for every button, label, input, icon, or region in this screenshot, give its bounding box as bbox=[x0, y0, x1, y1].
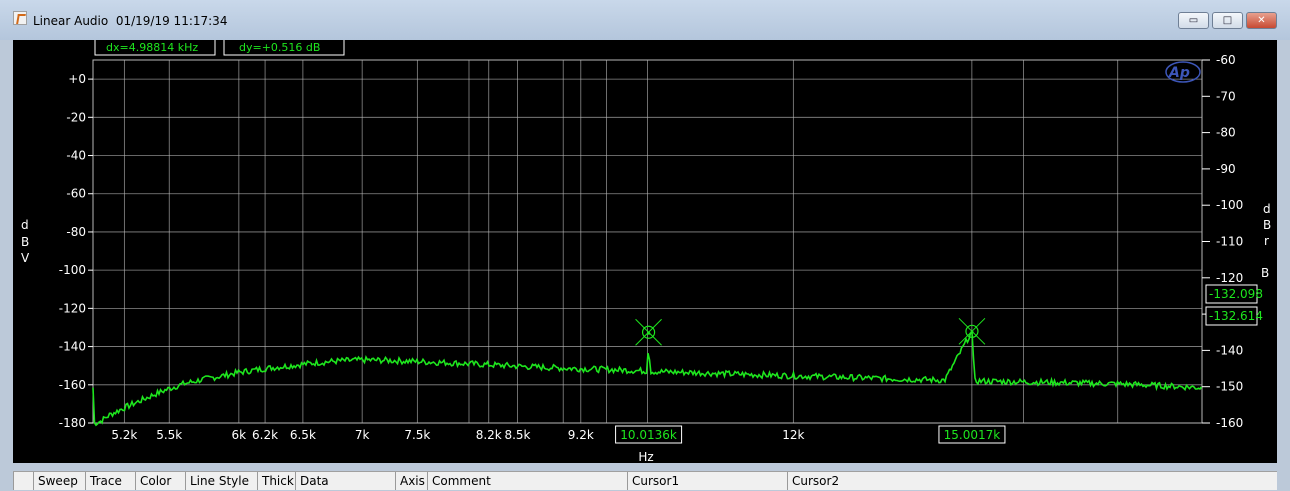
y-right-tick-label: -100 bbox=[1216, 198, 1243, 212]
y-right-tick-label: -120 bbox=[1216, 271, 1243, 285]
sweep-table-header: Sweep Trace Color Line Style Thick Data … bbox=[13, 471, 1277, 490]
spectrum-chart: +0 -20 -40 -60 -80 -100 -120 -140 -160 -180 -60 -7… bbox=[21, 37, 1271, 464]
x-tick-label: 7k bbox=[355, 428, 370, 442]
x-tick-label: 7.5k bbox=[404, 428, 430, 442]
y-left-tick-label: -80 bbox=[66, 225, 86, 239]
y-right-tick-label: -140 bbox=[1216, 343, 1243, 357]
maximize-button[interactable]: □ bbox=[1212, 12, 1243, 29]
y-right-tick-label: -90 bbox=[1216, 162, 1236, 176]
y-left-label-v: V bbox=[21, 251, 30, 265]
column-line-style[interactable]: Line Style bbox=[185, 472, 257, 490]
column-color[interactable]: Color bbox=[135, 472, 185, 490]
column-data[interactable]: Data bbox=[295, 472, 395, 490]
y-left-tick-label: -60 bbox=[66, 187, 86, 201]
column-cursor1[interactable]: Cursor1 bbox=[627, 472, 787, 490]
x-axis-label: Hz bbox=[638, 450, 653, 463]
y-left-tick-label: -40 bbox=[66, 149, 86, 163]
x-tick-label: 8.5k bbox=[504, 428, 530, 442]
x-tick-label: 6.5k bbox=[290, 428, 316, 442]
y-left-tick-label: +0 bbox=[68, 72, 86, 86]
column-comment[interactable]: Comment bbox=[427, 472, 627, 490]
column-thick[interactable]: Thick bbox=[257, 472, 295, 490]
window-title-bar: Linear Audio 01/19/19 11:17:34 ▭ □ ✕ bbox=[0, 0, 1290, 40]
y-right-tick-label: -150 bbox=[1216, 380, 1243, 394]
y-right-tick-label: -70 bbox=[1216, 89, 1236, 103]
cursor-x-readout: 10.0136k bbox=[620, 428, 677, 442]
y-left-tick-label: -180 bbox=[59, 416, 86, 430]
x-tick-label: 12k bbox=[782, 428, 804, 442]
column-axis[interactable]: Axis bbox=[395, 472, 427, 490]
y-left-tick-label: -160 bbox=[59, 378, 86, 392]
ap-logo-icon: Ap bbox=[1165, 61, 1201, 83]
y-right-label-d: d bbox=[1263, 202, 1271, 216]
app-logo-icon bbox=[13, 11, 27, 25]
y-left-tick-label: -140 bbox=[59, 340, 86, 354]
x-tick-label: 9.2k bbox=[568, 428, 594, 442]
x-tick-label: 8.2k bbox=[476, 428, 502, 442]
dx-readout: dx=4.98814 kHz bbox=[106, 41, 198, 54]
x-tick-label: 6k bbox=[232, 428, 247, 442]
graph-panel: +0 -20 -40 -60 -80 -100 -120 -140 -160 -180 -60 -7… bbox=[13, 37, 1277, 464]
cursor-y-readout: -132.098 bbox=[1209, 287, 1263, 301]
y-right-label-b: B bbox=[1263, 218, 1271, 232]
y-left-tick-label: -100 bbox=[59, 263, 86, 277]
y-right-tick-label: -110 bbox=[1216, 235, 1243, 249]
y-left-tick-label: -120 bbox=[59, 301, 86, 315]
window-title: Linear Audio 01/19/19 11:17:34 bbox=[33, 14, 228, 28]
dy-readout: dy=+0.516 dB bbox=[239, 41, 320, 54]
ap-logo-text: Ap bbox=[1168, 65, 1190, 81]
minimize-button[interactable]: ▭ bbox=[1178, 12, 1209, 29]
x-tick-label: 6.2k bbox=[252, 428, 278, 442]
column-blank bbox=[13, 472, 33, 490]
cursor-y-readout: -132.614 bbox=[1209, 309, 1263, 323]
x-tick-label: 5.5k bbox=[156, 428, 182, 442]
y-right-tick-label: -60 bbox=[1216, 53, 1236, 67]
column-cursor2[interactable]: Cursor2 bbox=[787, 472, 859, 490]
column-trace[interactable]: Trace bbox=[85, 472, 135, 490]
y-right-label-b2: B bbox=[1261, 266, 1269, 280]
column-sweep[interactable]: Sweep bbox=[33, 472, 85, 490]
y-left-label-d: d bbox=[21, 218, 29, 232]
cursor-x-readout: 15.0017k bbox=[944, 428, 1001, 442]
x-tick-label: 5.2k bbox=[111, 428, 137, 442]
y-left-label-b: B bbox=[21, 235, 29, 249]
close-button[interactable]: ✕ bbox=[1246, 12, 1277, 29]
y-right-tick-label: -80 bbox=[1216, 126, 1236, 140]
y-right-tick-label: -160 bbox=[1216, 416, 1243, 430]
y-left-tick-label: -20 bbox=[66, 110, 86, 124]
y-right-label-r: r bbox=[1264, 234, 1269, 248]
